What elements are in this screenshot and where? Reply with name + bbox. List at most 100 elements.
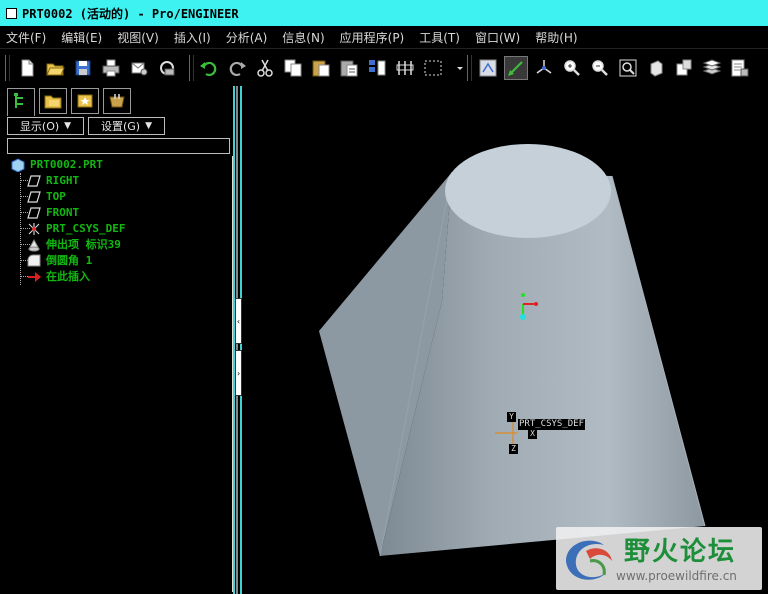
tree-item-insert-here[interactable]: 在此插入 — [26, 268, 90, 284]
save-button[interactable] — [72, 57, 94, 79]
tree-item-right[interactable]: RIGHT — [26, 172, 79, 188]
model-tree: PRT0002.PRT RIGHT TOP FRONT PRT_CSYS_DEF — [8, 156, 234, 592]
watermark-url: www.proewildfire.cn — [616, 569, 737, 583]
settings-dropdown[interactable]: 设置(G) ▼ — [88, 117, 165, 135]
new-button[interactable] — [16, 57, 38, 79]
undo-icon — [200, 61, 217, 77]
zoom-in-button[interactable] — [561, 57, 583, 79]
copy-icon — [284, 59, 302, 77]
title-bar[interactable]: PRT0002 (活动的) - Pro/ENGINEER — [0, 0, 768, 26]
shade-icon — [650, 60, 663, 77]
toolbar-grip[interactable] — [189, 55, 194, 81]
csys-icon — [26, 221, 42, 235]
menu-view[interactable]: 视图(V) — [117, 29, 159, 46]
layers-button[interactable] — [701, 57, 723, 79]
select-box-icon — [424, 60, 442, 76]
send-email-button[interactable] — [128, 57, 150, 79]
redo-button[interactable] — [226, 57, 248, 79]
model-tree-tab[interactable] — [7, 88, 35, 116]
copy-button[interactable] — [282, 57, 304, 79]
toolbar-grip[interactable] — [467, 55, 472, 81]
shade-button[interactable] — [645, 57, 667, 79]
watermark-title: 野火论坛 — [624, 537, 737, 567]
graphics-window[interactable]: Y X Z PRT_CSYS_DEF — [247, 86, 768, 594]
saved-views-icon — [676, 59, 692, 76]
tree-item-part[interactable]: PRT0002.PRT — [10, 156, 103, 173]
spin-center-button[interactable] — [477, 57, 499, 79]
select-box-button[interactable] — [422, 57, 448, 79]
csys-display-icon — [536, 60, 552, 74]
menu-edit[interactable]: 编辑(E) — [61, 29, 102, 46]
redo-icon — [229, 61, 246, 77]
watermark: 野火论坛 www.proewildfire.cn — [556, 527, 762, 590]
menu-window[interactable]: 窗口(W) — [475, 29, 520, 46]
cut-icon — [257, 59, 273, 77]
menu-analysis[interactable]: 分析(A) — [226, 29, 268, 46]
csys-axis-z-label: Z — [509, 444, 518, 454]
open-icon — [46, 63, 65, 76]
show-label: 显示(O) — [19, 120, 60, 133]
paste-button[interactable] — [310, 57, 332, 79]
zoom-out-button[interactable] — [589, 57, 611, 79]
menu-bar: 文件(F) 编辑(E) 视图(V) 插入(I) 分析(A) 信息(N) 应用程序… — [0, 26, 768, 48]
menu-help[interactable]: 帮助(H) — [535, 29, 577, 46]
connections-icon — [109, 94, 125, 108]
chevron-down-icon: ▼ — [145, 121, 153, 131]
part-icon — [10, 157, 26, 173]
tree-item-protrusion[interactable]: 伸出项 标识39 — [26, 236, 121, 252]
tree-item-csys[interactable]: PRT_CSYS_DEF — [26, 220, 125, 236]
tree-item-front[interactable]: FRONT — [26, 204, 79, 220]
cut-button[interactable] — [254, 57, 276, 79]
menu-file[interactable]: 文件(F) — [6, 29, 46, 46]
datum-display-icon — [508, 61, 523, 76]
model-tree-settings-button[interactable] — [729, 57, 751, 79]
folder-browser-tab[interactable] — [39, 88, 67, 114]
collapse-panel-button[interactable]: ‹ — [235, 298, 242, 344]
paste-special-button[interactable] — [338, 57, 360, 79]
print-button[interactable] — [100, 57, 122, 79]
window-title: PRT0002 (活动的) - Pro/ENGINEER — [22, 6, 239, 21]
forum-logo-icon — [566, 540, 612, 580]
menu-tools[interactable]: 工具(T) — [419, 29, 460, 46]
menu-applications[interactable]: 应用程序(P) — [340, 29, 405, 46]
regenerate-button[interactable] — [156, 57, 178, 79]
select-mode-dropdown[interactable] — [449, 57, 463, 79]
tree-item-round[interactable]: 倒圆角 1 — [26, 252, 92, 268]
paste-icon — [312, 60, 330, 77]
connections-tab[interactable] — [103, 88, 131, 114]
toolbar — [0, 48, 768, 86]
datum-plane-icon — [26, 173, 42, 187]
relations-button[interactable] — [366, 57, 388, 79]
undo-button[interactable] — [198, 57, 220, 79]
saved-views-button[interactable] — [673, 57, 695, 79]
csys-display-button[interactable] — [533, 57, 555, 79]
window-icon[interactable] — [6, 7, 17, 19]
menu-insert[interactable]: 插入(I) — [174, 29, 211, 46]
refit-button[interactable] — [617, 57, 639, 79]
chevron-left-icon: ‹ — [236, 316, 241, 326]
chevron-down-icon: ▼ — [64, 121, 72, 131]
open-button[interactable] — [44, 57, 66, 79]
relations-icon — [369, 60, 386, 76]
tree-item-top[interactable]: TOP — [26, 188, 66, 204]
expand-panel-button[interactable]: › — [235, 350, 242, 396]
new-icon — [21, 59, 34, 77]
spin-center-icon — [479, 59, 497, 77]
menu-info[interactable]: 信息(N) — [282, 29, 324, 46]
show-dropdown[interactable]: 显示(O) ▼ — [7, 117, 84, 135]
csys-label: PRT_CSYS_DEF — [518, 419, 586, 430]
toolbar-grip[interactable] — [5, 55, 10, 81]
csys-axis-y-label: Y — [507, 412, 516, 422]
insert-here-arrow-icon — [26, 269, 42, 283]
panel-splitter[interactable]: ‹ › — [233, 86, 247, 594]
refit-icon — [619, 59, 637, 77]
tree-filter-input[interactable] — [7, 138, 230, 154]
datum-plane-icon — [26, 205, 42, 219]
model-geometry[interactable] — [319, 144, 706, 557]
favorites-tab[interactable] — [71, 88, 99, 114]
model-tree-icon — [14, 93, 23, 108]
regen-manager-button[interactable] — [394, 57, 416, 79]
round-icon — [26, 253, 42, 267]
save-icon — [75, 60, 91, 76]
datum-display-button[interactable] — [504, 56, 528, 80]
